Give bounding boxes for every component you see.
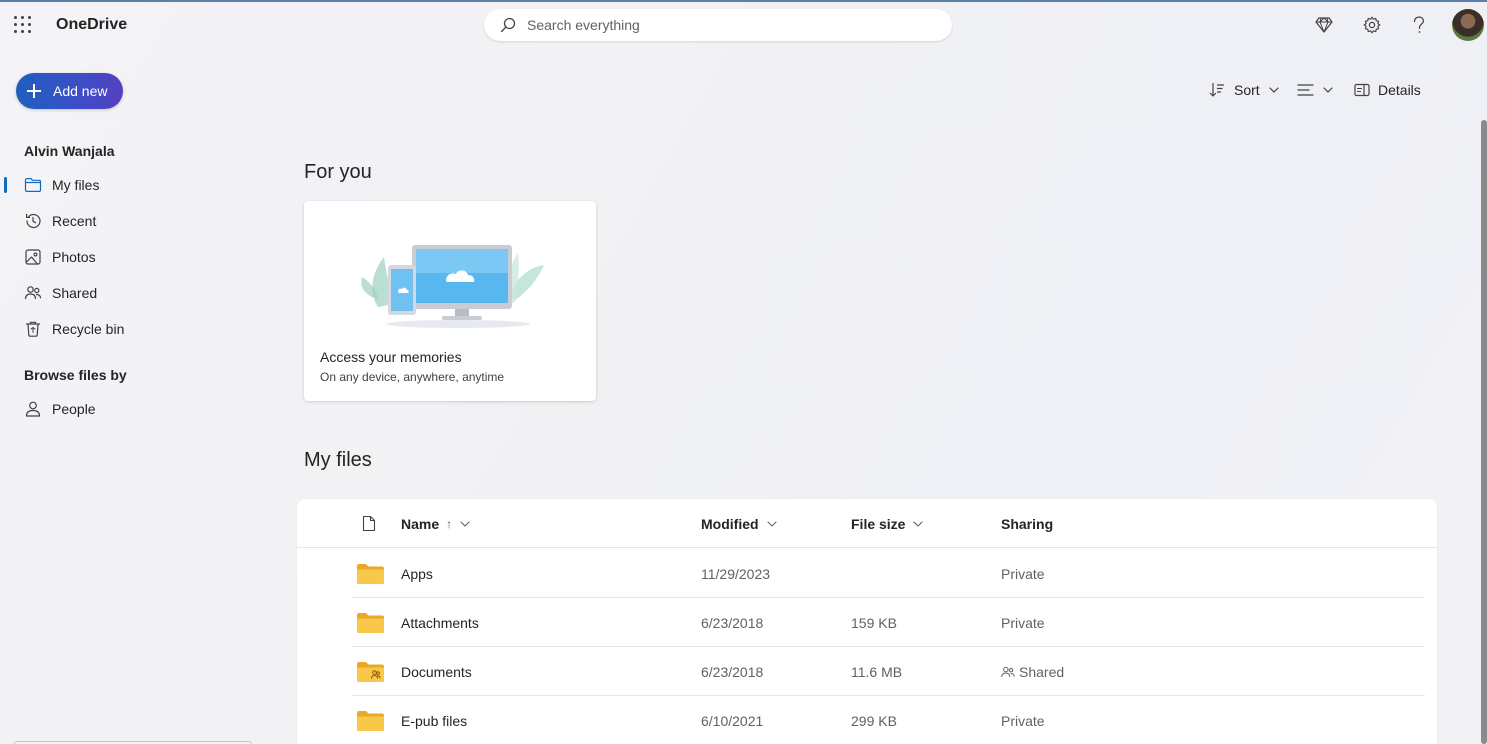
table-row[interactable]: Documents 6/23/2018 11.6 MB Shared [352,647,1425,696]
folder-icon [357,613,384,633]
column-name-label: Name [401,516,440,532]
file-size: 299 KB [851,713,897,729]
scrollbar-thumb[interactable] [1481,120,1487,744]
chevron-down-icon [1323,87,1333,93]
settings-gear-icon[interactable] [1361,14,1383,36]
sidebar-item-recycle-bin[interactable]: Recycle bin [0,313,270,345]
devices-cloud-illustration [361,245,544,328]
sort-icon [1209,82,1225,97]
sidebar-item-recent[interactable]: Recent [0,205,270,237]
sidebar-item-label: Recent [52,213,97,229]
file-name[interactable]: Apps [401,566,433,582]
file-sharing: Private [1001,615,1045,631]
shared-people-icon [1001,666,1015,678]
file-sharing-label: Shared [1019,664,1065,680]
view-options-button[interactable] [1297,80,1333,100]
folder-icon [24,178,42,192]
file-modified: 6/23/2018 [701,664,764,680]
chevron-down-icon [460,521,470,527]
column-header-file-size[interactable]: File size [851,516,924,532]
chevron-down-icon [766,521,777,527]
folder-icon [357,711,384,731]
card-subtitle: On any device, anywhere, anytime [320,370,505,384]
browse-files-heading: Browse files by [24,367,127,383]
folder-icon [357,564,384,584]
file-sharing: Private [1001,566,1045,582]
account-name: Alvin Wanjala [24,143,115,159]
details-button[interactable]: Details [1354,80,1421,100]
table-row[interactable]: E-pub files 6/10/2021 299 KB Private [352,696,1425,744]
app-name[interactable]: OneDrive [56,16,127,34]
sidebar-item-people[interactable]: People [0,393,270,425]
recent-clock-icon [26,213,41,229]
person-icon [25,401,41,417]
my-files-heading: My files [304,449,372,471]
details-label: Details [1378,82,1421,98]
file-modified: 6/10/2021 [701,713,764,729]
sidebar-item-shared[interactable]: Shared [0,277,270,309]
column-header-name[interactable]: Name ↑ [401,516,470,532]
table-row[interactable]: Apps 11/29/2023 Private [352,549,1425,598]
chevron-down-icon [1269,87,1279,93]
chevron-down-icon [913,521,924,527]
details-pane-icon [1354,83,1370,97]
shared-folder-icon [357,662,384,682]
file-name[interactable]: E-pub files [401,713,467,729]
file-modified: 11/29/2023 [701,566,771,582]
column-file-size-label: File size [851,516,906,532]
column-header-sharing[interactable]: Sharing [1001,516,1053,532]
sort-button[interactable]: Sort [1209,80,1279,100]
app-header: OneDrive [0,0,1487,50]
sidebar-item-photos[interactable]: Photos [0,241,270,273]
column-header-modified[interactable]: Modified [701,516,777,532]
file-modified: 6/23/2018 [701,615,764,631]
add-new-label: Add new [53,83,108,99]
table-row[interactable]: Attachments 6/23/2018 159 KB Private [352,598,1425,647]
file-name[interactable]: Attachments [401,615,479,631]
file-size: 159 KB [851,615,897,631]
memories-card[interactable]: Access your memories On any device, anyw… [304,201,596,401]
sort-ascending-indicator: ↑ [446,517,453,531]
sidebar-item-label: Photos [52,249,96,265]
sidebar-item-label: Shared [52,285,98,301]
column-modified-label: Modified [701,516,759,532]
list-view-icon [1297,84,1314,96]
search-box[interactable] [484,9,952,41]
sidebar-item-my-files[interactable]: My files [0,169,270,201]
files-table: Name ↑ Modified File size Sharing Apps 1… [297,499,1437,744]
sidebar-item-label: My files [52,177,100,193]
search-icon [500,17,516,33]
sort-label: Sort [1234,82,1260,98]
table-header: Name ↑ Modified File size Sharing [297,499,1437,548]
search-input[interactable] [527,9,927,41]
add-new-button[interactable]: Add new [16,73,123,109]
for-you-heading: For you [304,161,372,183]
file-name[interactable]: Documents [401,664,472,680]
column-sharing-label: Sharing [1001,516,1054,532]
file-sharing: Shared [1001,664,1064,680]
premium-diamond-icon[interactable] [1313,14,1335,36]
sidebar-item-label: Recycle bin [52,321,125,337]
plus-icon [27,84,41,98]
card-title: Access your memories [320,349,462,365]
sidebar-item-label: People [52,401,96,417]
waffle-icon[interactable] [14,16,32,34]
recycle-bin-icon [25,321,41,337]
file-sharing: Private [1001,713,1045,729]
photos-icon [25,249,41,265]
user-avatar[interactable] [1452,9,1484,41]
shared-people-icon [24,286,42,300]
file-type-icon[interactable] [362,515,376,532]
file-size: 11.6 MB [851,664,903,680]
help-icon[interactable] [1408,14,1430,36]
